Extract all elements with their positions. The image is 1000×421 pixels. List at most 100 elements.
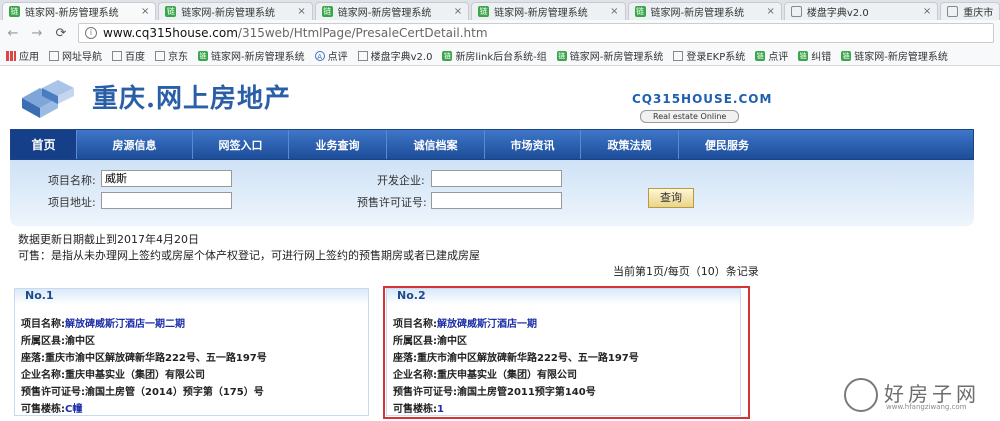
back-arrow-icon[interactable]: ← [6,26,20,41]
update-date-text: 数据更新日期截止到2017年4月20日 [18,233,199,246]
url-host: www.cq315house.com [103,26,238,40]
site-title[interactable]: 重庆.网上房地产 [92,78,291,115]
field-label: 企业名称: [393,370,437,381]
close-icon[interactable]: × [923,6,931,17]
location-value: 重庆市渝中区解放碑新华路222号、五一路197号 [45,353,267,364]
browser-tab[interactable]: 楼盘字典v2.0 × [783,2,939,20]
field-label: 预售许可证号: [21,387,85,398]
close-icon[interactable]: × [297,6,305,17]
bookmark-item[interactable]: 链新房link后台系统-组 [442,48,547,63]
search-button[interactable]: 查询 [648,188,694,208]
lianjia-favicon-icon: 链 [556,50,567,61]
project-address-input[interactable] [101,192,232,209]
sale-note-text: 可售：是指从未办理网上签约或房屋个体产权登记，可进行网上签约的预售期房或者已建成… [18,249,480,262]
location-value: 重庆市渝中区解放碑新华路222号、五一路197号 [417,353,639,364]
field-label: 所属区县: [393,336,437,347]
site-logo-icon[interactable] [18,76,80,122]
bookmark-item[interactable]: 链链家网-新房管理系统 [841,48,948,63]
page-icon [49,50,59,61]
apps-grid-icon [6,50,16,61]
bookmark-label: 京东 [168,52,188,63]
bookmark-label: 纠错 [811,52,832,63]
nav-business-query[interactable]: 业务查询 [289,130,387,159]
bookmark-label: 链家网-新房管理系统 [569,52,664,63]
lianjia-favicon-icon: 链 [841,50,852,61]
tab-label: 重庆市 [963,8,994,19]
close-icon[interactable]: × [766,6,774,17]
page-icon [155,50,165,61]
browser-tab[interactable]: 链链家网-新房管理系统 × [471,2,626,20]
field-label: 项目名称: [393,319,437,330]
building-link[interactable]: 1 [437,404,444,415]
bookmark-item[interactable]: 京东 [155,48,188,63]
bookmark-item[interactable]: A 点评 [314,48,348,63]
watermark: 好房子网 www.hfangziwang.com [844,376,994,416]
bookmark-item[interactable]: 应用 [6,48,39,63]
page-favicon-icon [947,6,959,17]
browser-tab[interactable]: 链链家网-新房管理系统 × [627,2,782,20]
url-input[interactable]: i www.cq315house.com/315web/HtmlPage/Pre… [78,23,994,43]
lianjia-favicon-icon: 链 [9,6,20,17]
bookmark-item[interactable]: 链链家网-新房管理系统 [556,48,664,63]
permit-value: 渝国土房管2011预字第140号 [457,387,596,398]
field-label: 所属区县: [21,336,65,347]
reload-icon[interactable]: ⟳ [54,26,68,41]
developer-label: 开发企业: [377,174,425,187]
result-number: No.1 [15,289,368,305]
close-icon[interactable]: × [454,6,462,17]
bookmark-item[interactable]: 登录EKP系统 [673,48,745,63]
bookmark-item[interactable]: 百度 [112,48,145,63]
nav-services[interactable]: 便民服务 [679,130,775,159]
nav-credit-records[interactable]: 诚信档案 [387,130,485,159]
url-path: /315web/HtmlPage/PresaleCertDetail.htm [237,26,488,40]
district-value: 渝中区 [65,336,95,347]
company-value: 重庆申基实业（集团）有限公司 [65,370,205,381]
tab-label: 楼盘字典v2.0 [806,8,869,19]
close-icon[interactable]: × [141,6,149,17]
info-icon[interactable]: i [85,27,97,39]
district-value: 渝中区 [437,336,467,347]
bookmark-item[interactable]: 楼盘字典v2.0 [357,48,432,63]
project-link[interactable]: 解放碑威斯汀酒店一期 [437,319,537,330]
watermark-url: www.hfangziwang.com [886,403,967,411]
bookmark-item[interactable]: 网址导航 [49,48,102,63]
browser-tab[interactable]: 链链家网-新房管理系统 × [2,2,157,20]
page-icon [357,50,368,61]
browser-tab[interactable]: 链链家网-新房管理系统 × [314,2,470,20]
field-label: 企业名称: [21,370,65,381]
lianjia-favicon-icon: 链 [755,50,766,61]
tab-label: 链家网-新房管理系统 [25,8,119,19]
nav-policies[interactable]: 政策法规 [581,130,679,159]
project-name-input[interactable]: 威斯 [101,170,232,187]
nav-listings[interactable]: 房源信息 [77,130,193,159]
company-value: 重庆申基实业（集团）有限公司 [437,370,577,381]
permit-value: 渝国土房管（2014）预字第（175）号 [85,387,264,398]
permit-label: 预售许可证号: [357,196,427,209]
website: 重庆.网上房地产 CQ315HOUSE.COM Real estate Onli… [0,66,1000,421]
bookmark-label: 登录EKP系统 [686,52,746,63]
developer-input[interactable] [431,170,562,187]
lianjia-favicon-icon: 链 [165,6,177,17]
bookmark-item[interactable]: 链纠错 [798,48,831,63]
browser-tab[interactable]: 重庆市 [940,2,1000,20]
bookmarks-bar: 应用 网址导航 百度 京东 链链家网-新房管理系统 A 点评 楼盘字典v2.0 链… [0,46,1000,66]
nav-market-news[interactable]: 市场资讯 [485,130,581,159]
project-address-label: 项目地址: [48,196,96,209]
field-label: 项目名称: [21,319,65,330]
nav-home[interactable]: 首页 [11,130,77,159]
project-link[interactable]: 解放碑威斯汀酒店一期二期 [65,319,185,330]
site-brand: CQ315HOUSE.COM [632,92,773,106]
close-icon[interactable]: × [610,6,618,17]
house-logo-icon [844,378,878,412]
bookmark-item[interactable]: 链链家网-新房管理系统 [198,48,305,63]
field-label: 预售许可证号: [393,387,457,398]
building-link[interactable]: C幢 [65,404,82,415]
nav-contract-entry[interactable]: 网签入口 [193,130,289,159]
bookmark-item[interactable]: 链点评 [755,48,788,63]
bookmark-label: 网址导航 [62,52,102,63]
browser-tab[interactable]: 链链家网-新房管理系统 × [158,2,313,20]
forward-arrow-icon[interactable]: → [30,26,44,41]
permit-input[interactable] [431,192,562,209]
lianjia-favicon-icon: 链 [634,6,646,17]
tab-label: 链家网-新房管理系统 [337,8,432,19]
